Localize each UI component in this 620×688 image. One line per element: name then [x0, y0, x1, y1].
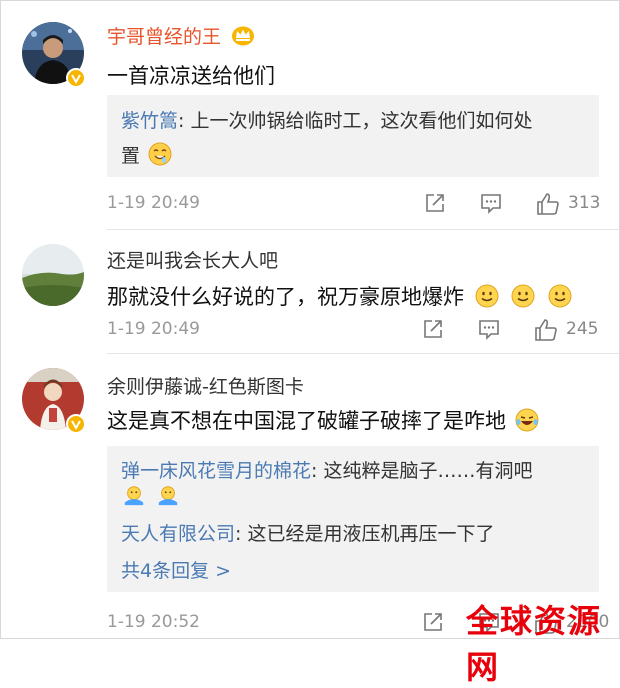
like-icon[interactable] [533, 317, 559, 343]
verified-badge-icon [66, 68, 86, 88]
like-icon[interactable] [535, 191, 561, 217]
reply-author[interactable]: 天人有限公司 [121, 523, 235, 545]
repost-icon[interactable] [423, 191, 447, 215]
comment-text-body: 这是真不想在中国混了破罐子破摔了是咋地 [107, 409, 506, 433]
repost-icon[interactable] [421, 610, 445, 634]
comment-1: 宇哥曾经的王 一首凉凉送给他们 紫竹篙: 上一次帅锅给临时工，这次看他们如何处 … [0, 0, 620, 230]
quoted-text-cont: 置 [121, 145, 141, 167]
quoted-text: : 上一次帅锅给临时工，这次看他们如何处 [178, 110, 533, 132]
wave-emoji-icon [124, 486, 144, 506]
comment-icon[interactable] [477, 317, 501, 341]
repost-icon[interactable] [421, 317, 445, 341]
timestamp: 1-19 20:52 [107, 612, 200, 632]
comment-text: 一首凉凉送给他们 [107, 64, 275, 88]
comment-meta: 1-19 20:49 245 [0, 315, 620, 345]
reply-thread[interactable]: 弹一床风花雪月的棉花: 这纯粹是脑子……有洞吧 天人有限公司: 这已经是用液压机… [107, 446, 599, 592]
quoted-author[interactable]: 紫竹篙 [121, 110, 178, 132]
reply-2[interactable]: 天人有限公司: 这已经是用液压机再压一下了 [121, 519, 494, 546]
smile-emoji-icon [548, 284, 572, 308]
crown-icon [232, 26, 255, 46]
timestamp: 1-19 20:49 [107, 193, 200, 213]
smile-emoji-icon [511, 284, 535, 308]
author-name[interactable]: 宇哥曾经的王 [107, 26, 221, 48]
verified-badge-icon [66, 414, 86, 434]
watermark: 全球资源网 [466, 602, 603, 686]
reply-1[interactable]: 弹一床风花雪月的棉花: 这纯粹是脑子……有洞吧 [121, 456, 532, 483]
comment-text-body: 那就没什么好说的了，祝万豪原地爆炸 [107, 285, 464, 309]
comment-2: 还是叫我会长大人吧 那就没什么好说的了，祝万豪原地爆炸 1-19 20:49 2… [0, 230, 620, 354]
wave-emoji-icon [158, 486, 178, 506]
comment-author[interactable]: 宇哥曾经的王 [107, 22, 255, 49]
quoted-reply[interactable]: 紫竹篙: 上一次帅锅给临时工，这次看他们如何处 置 [107, 95, 599, 177]
comment-icon[interactable] [479, 191, 503, 215]
reply-text: : 这纯粹是脑子……有洞吧 [311, 460, 533, 482]
smile-emoji-icon [475, 284, 499, 308]
comment-meta: 1-19 20:49 313 [0, 189, 620, 219]
reply-author[interactable]: 弹一床风花雪月的棉花 [121, 460, 311, 482]
comment-text: 那就没什么好说的了，祝万豪原地爆炸 [107, 281, 572, 311]
timestamp: 1-19 20:49 [107, 319, 200, 339]
avatar[interactable] [22, 244, 84, 306]
comment-author[interactable]: 还是叫我会长大人吧 [107, 246, 278, 273]
comment-author[interactable]: 余则伊藤诚-红色斯图卡 [107, 372, 304, 399]
like-count: 313 [568, 193, 601, 213]
comment-text: 这是真不想在中国混了破罐子破摔了是咋地 [107, 405, 539, 435]
reply-text: : 这已经是用液压机再压一下了 [235, 523, 495, 545]
more-replies-link[interactable]: 共4条回复 > [121, 556, 231, 583]
reply-1-emojis [121, 484, 179, 507]
laugh-cry-emoji-icon [515, 408, 539, 432]
like-count: 245 [566, 319, 599, 339]
drool-emoji-icon [148, 142, 172, 166]
